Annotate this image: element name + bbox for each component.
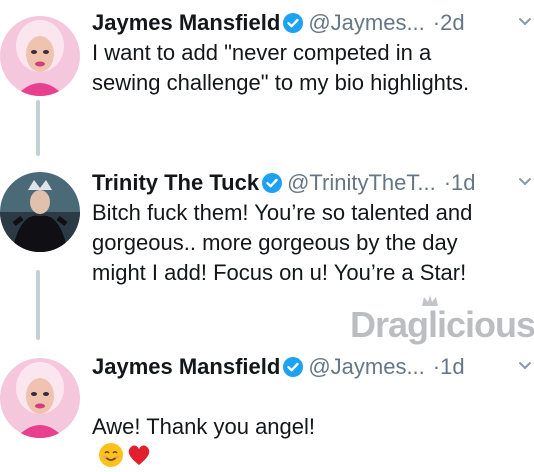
tweet[interactable]: Jaymes Mansfield @Jaymes... ·1d Awe! Thank… <box>0 352 534 467</box>
chevron-down-icon[interactable] <box>518 17 532 27</box>
tweet-text: I want to add "never competed in a sewin… <box>92 40 470 95</box>
timestamp[interactable]: 2d <box>440 10 464 35</box>
avatar[interactable] <box>0 172 80 252</box>
tweet-text: Bitch fuck them! You’re so talented and … <box>92 200 473 285</box>
chevron-down-icon[interactable] <box>518 177 532 187</box>
separator-dot: · <box>432 354 441 379</box>
separator-dot: · <box>432 10 441 35</box>
tweet[interactable]: Jaymes Mansfield @Jaymes... ·2d I want to … <box>0 8 534 108</box>
chevron-down-icon[interactable] <box>518 361 532 371</box>
tweet[interactable]: Trinity The Tuck @TrinityTheT... ·1d Bitch… <box>0 168 534 298</box>
watermark-text: Draglicious <box>350 304 534 345</box>
red-heart-emoji <box>128 445 150 465</box>
watermark-logo: Draglicious <box>350 294 534 354</box>
verified-badge-icon <box>283 13 304 33</box>
author-name[interactable]: Trinity The Tuck <box>92 170 259 195</box>
timestamp[interactable]: 1d <box>451 170 475 195</box>
author-name[interactable]: Jaymes Mansfield <box>92 10 280 35</box>
verified-badge-icon <box>262 173 283 193</box>
tweet-text-body: Awe! Thank you angel! <box>92 414 316 439</box>
author-handle[interactable]: @Jaymes... <box>308 10 424 35</box>
tweet-text: Awe! Thank you angel! <box>92 382 532 472</box>
timestamp[interactable]: 1d <box>440 354 464 379</box>
author-handle[interactable]: @Jaymes... <box>308 354 424 379</box>
avatar[interactable] <box>0 16 80 96</box>
verified-badge-icon <box>283 357 304 377</box>
author-name[interactable]: Jaymes Mansfield <box>92 354 280 379</box>
separator-dot: · <box>443 170 452 195</box>
thread-line <box>36 100 40 156</box>
smiling-face-emoji <box>99 443 123 467</box>
avatar[interactable] <box>0 358 80 438</box>
author-handle[interactable]: @TrinityTheT... <box>287 170 436 195</box>
